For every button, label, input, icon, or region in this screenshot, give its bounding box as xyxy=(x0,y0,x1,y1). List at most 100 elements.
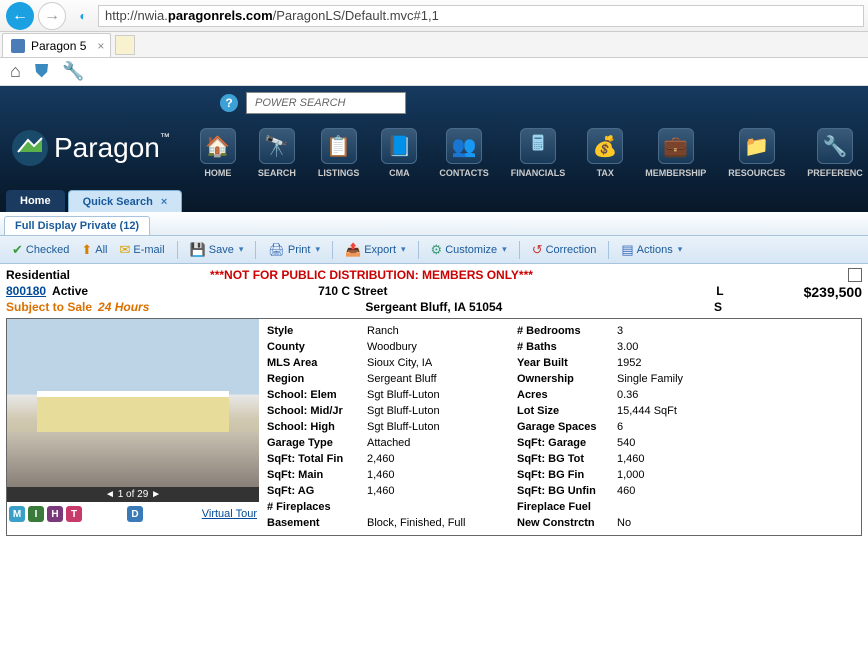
chevron-down-icon: ▾ xyxy=(239,244,244,255)
nav-home[interactable]: 🏠HOME xyxy=(200,128,236,178)
customize-button[interactable]: ⚙Customize▾ xyxy=(427,240,511,260)
address: 710 C Street xyxy=(318,284,387,300)
nav-preferences[interactable]: 🔧 PREFERENC xyxy=(807,128,863,178)
forward-button[interactable]: → xyxy=(38,2,66,30)
photo-pager[interactable]: ◄ 1 of 29 ► xyxy=(7,487,259,502)
browser-tab-bar: Paragon 5 × xyxy=(0,32,868,58)
detail-cell: 3.00 xyxy=(617,339,853,355)
tab-title: Paragon 5 xyxy=(31,39,86,53)
all-button[interactable]: ⬆All xyxy=(77,240,111,260)
print-button[interactable]: 🖨Print▾ xyxy=(264,240,324,260)
nav-resources[interactable]: 📁RESOURCES xyxy=(728,128,785,178)
virtual-tour-link[interactable]: Virtual Tour xyxy=(202,508,257,520)
logo: Paragon™ xyxy=(10,128,170,168)
detail-cell: Sioux City, IA xyxy=(367,355,517,371)
correction-icon: ↺ xyxy=(532,242,543,258)
detail-cell: Basement xyxy=(267,515,367,531)
detail-cell: Garage Type xyxy=(267,435,367,451)
separator xyxy=(608,241,609,259)
new-tab-button[interactable] xyxy=(115,35,135,55)
select-checkbox[interactable] xyxy=(848,268,862,282)
tab-quick-search[interactable]: Quick Search × xyxy=(68,190,183,212)
left-labels: StyleCountyMLS AreaRegionSchool: ElemSch… xyxy=(267,323,367,531)
detail-cell: 1,000 xyxy=(617,467,853,483)
detail-cell: Sgt Bluff-Luton xyxy=(367,403,517,419)
shield-icon[interactable]: ⛊ xyxy=(35,61,49,82)
wrench-icon[interactable]: 🔧 xyxy=(62,61,84,82)
back-button[interactable]: ← xyxy=(6,2,34,30)
nav-cma[interactable]: 📘CMA xyxy=(381,128,417,178)
membership-icon: 💼 xyxy=(658,128,694,164)
badge-row: M I H T D Virtual Tour xyxy=(7,502,259,526)
all-icon: ⬆ xyxy=(81,242,92,258)
logo-text: Paragon™ xyxy=(54,132,170,164)
save-button[interactable]: 💾Save▾ xyxy=(186,240,248,260)
tab-home[interactable]: Home xyxy=(6,190,65,212)
detail-cell: School: Mid/Jr xyxy=(267,403,367,419)
nav-search[interactable]: 🔭SEARCH xyxy=(258,128,296,178)
nav-label: FINANCIALS xyxy=(511,168,566,178)
nav-listings[interactable]: 📋LISTINGS xyxy=(318,128,360,178)
help-icon[interactable]: ? xyxy=(220,94,238,112)
hours-label: 24 Hours xyxy=(98,300,149,314)
detail-cell: 1952 xyxy=(617,355,853,371)
browser-tool-row: ⌂ ⛊ 🔧 xyxy=(0,58,868,86)
nav-label: PREFERENC xyxy=(807,168,863,178)
checked-button[interactable]: ✔Checked xyxy=(8,240,73,260)
chevron-down-icon: ▾ xyxy=(401,244,406,255)
detail-cell: Block, Finished, Full xyxy=(367,515,517,531)
preferences-icon: 🔧 xyxy=(817,128,853,164)
logo-mark xyxy=(10,128,50,168)
detail-cell: 0.36 xyxy=(617,387,853,403)
export-button[interactable]: 📤Export▾ xyxy=(341,240,410,260)
close-icon[interactable]: × xyxy=(161,196,167,208)
email-button[interactable]: ✉E-mail xyxy=(115,240,168,260)
listing-photo[interactable] xyxy=(7,319,259,487)
detail-cell: Region xyxy=(267,371,367,387)
badge-i[interactable]: I xyxy=(28,506,44,522)
detail-cell: 1,460 xyxy=(367,483,517,499)
main-nav: 🏠HOME 🔭SEARCH 📋LISTINGS 📘CMA 👥CONTACTS 🖩FINAN… xyxy=(200,128,863,178)
status-label: Active xyxy=(52,284,88,300)
detail-cell: SqFt: Main xyxy=(267,467,367,483)
detail-columns: StyleCountyMLS AreaRegionSchool: ElemSch… xyxy=(259,319,861,535)
detail-cell: Ownership xyxy=(517,371,617,387)
nav-label: CONTACTS xyxy=(439,168,488,178)
badge-t[interactable]: T xyxy=(66,506,82,522)
listings-icon: 📋 xyxy=(321,128,357,164)
s-label: S xyxy=(714,300,722,314)
detail-cell: Sgt Bluff-Luton xyxy=(367,419,517,435)
correction-button[interactable]: ↺Correction xyxy=(528,240,601,260)
detail-cell: Single Family xyxy=(617,371,853,387)
nav-label: TAX xyxy=(597,168,614,178)
browser-nav-bar: ← → ◐ http://nwia.paragonrels.com/Parago… xyxy=(0,0,868,32)
power-search-input[interactable]: POWER SEARCH xyxy=(246,92,406,114)
badge-h[interactable]: H xyxy=(47,506,63,522)
home-icon[interactable]: ⌂ xyxy=(10,61,21,82)
l-label: L xyxy=(716,284,723,300)
detail-cell: Fireplace Fuel xyxy=(517,499,617,515)
badge-d[interactable]: D xyxy=(127,506,143,522)
close-icon[interactable]: × xyxy=(97,39,104,53)
category-label: Residential xyxy=(6,268,70,282)
detail-cell: No xyxy=(617,515,853,531)
gear-icon: ⚙ xyxy=(431,242,443,258)
mls-number-link[interactable]: 800180 xyxy=(6,284,46,300)
nav-membership[interactable]: 💼MEMBERSHIP xyxy=(645,128,706,178)
detail-cell: Style xyxy=(267,323,367,339)
nav-financials[interactable]: 🖩FINANCIALS xyxy=(511,128,566,178)
detail-cell: SqFt: Total Fin xyxy=(267,451,367,467)
sub-tabs: Full Display Private (12) xyxy=(0,212,868,236)
address-bar[interactable]: http://nwia.paragonrels.com/ParagonLS/De… xyxy=(98,5,864,27)
badge-m[interactable]: M xyxy=(9,506,25,522)
detail-cell: 540 xyxy=(617,435,853,451)
nav-tax[interactable]: 💰TAX xyxy=(587,128,623,178)
nav-contacts[interactable]: 👥CONTACTS xyxy=(439,128,488,178)
actions-button[interactable]: ▤Actions▾ xyxy=(617,240,686,260)
detail-cell: School: High xyxy=(267,419,367,435)
browser-tab[interactable]: Paragon 5 × xyxy=(2,33,111,57)
price: $239,500 xyxy=(804,284,862,300)
subtab-full-display[interactable]: Full Display Private (12) xyxy=(4,216,150,235)
separator xyxy=(332,241,333,259)
actions-icon: ▤ xyxy=(621,242,633,258)
